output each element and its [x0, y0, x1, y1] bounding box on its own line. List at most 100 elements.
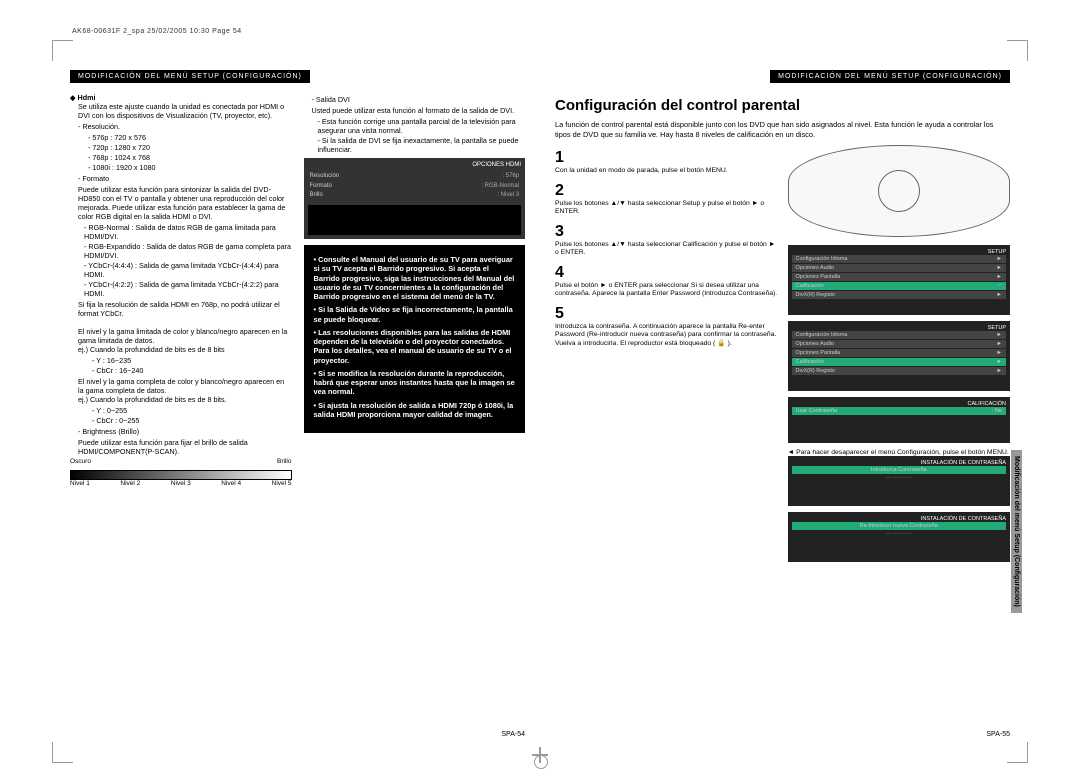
- osd-pass2: INSTALACIÓN DE CONTRASEÑA Re-Introducir …: [788, 512, 1011, 562]
- left-col2: Salida DVI Usted puede utilizar esta fun…: [304, 93, 526, 738]
- osd-row-val: : RGB-Normal: [481, 183, 519, 191]
- page-num-left: SPA-54: [501, 731, 525, 738]
- warn4: • Si se modifica la resolución durante l…: [314, 369, 516, 397]
- left-col1: Hdmi Se utiliza este ajuste cuando la un…: [70, 93, 292, 738]
- ej8b: ej.) Cuando la profundidad de bits es de…: [78, 395, 292, 404]
- dvi-label: Salida DVI: [312, 95, 526, 104]
- print-header: AK68-00631F 2_spa 25/02/2005 10:30 Page …: [72, 28, 242, 35]
- crop-mark: [52, 742, 73, 763]
- crop-mark: [52, 40, 73, 61]
- osd-setup-1: SETUP Configuración Idioma► Opciones Aud…: [788, 245, 1011, 315]
- step3-num: 3: [555, 223, 778, 241]
- rgb-exp: RGB-Expandido : Salida de datos RGB de g…: [84, 242, 292, 260]
- rgb-normal: RGB-Normal : Salida de datos RGB de gama…: [84, 223, 292, 241]
- brightness-text: Puede utilizar esta función para fijar e…: [78, 438, 292, 456]
- step3-text: Pulse los botones ▲/▼ hasta seleccionar …: [555, 241, 778, 258]
- osd-row: Opciones Pantalla: [796, 274, 841, 280]
- formato-text: Puede utilizar esta función para sintoni…: [78, 185, 292, 221]
- osd-row: Configuración Idioma: [796, 332, 848, 338]
- side-tab: Modificación del menú Setup (Configuraci…: [1011, 450, 1022, 613]
- ej8a: ej.) Cuando la profundidad de bits es de…: [78, 345, 292, 354]
- section-bar: Modificación del menú Setup (Configuraci…: [770, 70, 1010, 83]
- step4-text: Pulse el botón ► o ENTER para selecciona…: [555, 282, 778, 299]
- yc422: YCbCr-(4:2:2) : Salida de gama limitada …: [84, 280, 292, 298]
- res-768: 768p : 1024 x 768: [88, 153, 292, 162]
- res-576: 576p : 720 x 576: [88, 133, 292, 142]
- page-left: Modificación del menú Setup (Configuraci…: [70, 70, 525, 738]
- step1-num: 1: [555, 149, 778, 167]
- osd-row: Usar Contraseña: [796, 408, 838, 414]
- warning-box: • Consulte el Manual del usuario de su T…: [304, 245, 526, 433]
- dvi-b1: Esta función corrige una pantalla parcia…: [318, 117, 526, 135]
- osd-row: Opciones Pantalla: [796, 350, 841, 356]
- osd-row: Introduzca Contraseña: [871, 467, 927, 473]
- level2: Nivel 2: [120, 480, 140, 488]
- osd-row: Opciones Audio: [796, 341, 835, 347]
- warn3: • Las resoluciones disponibles para las …: [314, 328, 516, 365]
- warn1: • Consulte el Manual del usuario de su T…: [314, 255, 516, 301]
- step5-text: Introduzca la contraseña. A continuación…: [555, 323, 778, 348]
- page-right: Modificación del menú Setup (Configuraci…: [555, 70, 1010, 738]
- osd-calif: CALIFICACIÓN Usar Contraseña: No: [788, 397, 1011, 443]
- page-title: Configuración del control parental: [555, 97, 1010, 114]
- formato-label: Formato: [78, 174, 292, 183]
- brightness-gradient: [70, 470, 292, 480]
- crop-mark-center-circle: [534, 755, 548, 769]
- steps-text-col: 1 Con la unidad en modo de parada, pulse…: [555, 145, 778, 568]
- section-bar: Modificación del menú Setup (Configuraci…: [70, 70, 310, 83]
- y255: Y : 0~255: [92, 406, 292, 415]
- osd-row-val: : No: [992, 408, 1002, 414]
- dvi-text: Usted puede utilizar esta función al for…: [312, 106, 526, 115]
- osd-row-label: Brillo: [310, 192, 323, 200]
- step4-num: 4: [555, 264, 778, 282]
- close-menu-note: ◄ Para hacer desaparecer el menú Configu…: [788, 449, 1011, 456]
- osd-row: DivX(R) Registo: [796, 292, 835, 298]
- osd-title: OPCIONES HDMI: [308, 162, 522, 170]
- crop-mark: [1007, 40, 1028, 61]
- osd-row: Calificación: [796, 283, 824, 289]
- crop-mark: [1007, 742, 1028, 763]
- step1-text: Con la unidad en modo de parada, pulse e…: [555, 167, 778, 175]
- osd-row: Re-Introducir nueva Contraseña: [860, 523, 938, 529]
- remote-illustration: [788, 145, 1011, 237]
- level1: Nivel 1: [70, 480, 90, 488]
- osd-hdmi-options: OPCIONES HDMI Resolución : 576p Formato : …: [304, 158, 526, 239]
- brightness-label: Brightness (Brillo): [78, 427, 292, 436]
- dvi-b2: Si la salida de DVI se fija inexactament…: [318, 136, 526, 154]
- hdmi-heading: Hdmi: [70, 93, 96, 102]
- osd-row-val: : 576p: [502, 173, 519, 181]
- gamma-full: El nivel y la gama completa de color y b…: [78, 377, 292, 395]
- y235: Y : 16~235: [92, 356, 292, 365]
- osd-row: DivX(R) Registo: [796, 368, 835, 374]
- res-label: Resolución.: [78, 122, 292, 131]
- page-intro: La función de control parental está disp…: [555, 120, 1010, 139]
- osd-row: Calificación: [796, 359, 824, 365]
- osd-pass1: INSTALACIÓN DE CONTRASEÑA Introduzca Con…: [788, 456, 1011, 506]
- hdmi-intro: Se utiliza este ajuste cuando la unidad …: [78, 102, 292, 120]
- step2-text: Pulse los botones ▲/▼ hasta seleccionar …: [555, 200, 778, 217]
- level4: Nivel 4: [221, 480, 241, 488]
- oscuro-label: Oscuro: [70, 458, 91, 466]
- page-num-right: SPA-55: [986, 731, 1010, 738]
- warn2: • Si la Salida de Video se fija incorrec…: [314, 305, 516, 324]
- level3: Nivel 3: [171, 480, 191, 488]
- cb255: CbCr : 0~255: [92, 416, 292, 425]
- step5-num: 5: [555, 305, 778, 323]
- osd-row: Opciones Audio: [796, 265, 835, 271]
- gamma-lim: El nivel y la gama limitada de color y b…: [78, 327, 292, 345]
- note768: Si fija la resolución de salida HDMI en …: [78, 300, 292, 318]
- osd-row: Configuración Idioma: [796, 256, 848, 262]
- osd-setup-2: SETUP Configuración Idioma► Opciones Aud…: [788, 321, 1011, 391]
- res-1080: 1080i : 1920 x 1080: [88, 163, 292, 172]
- osd-row-label: Formato: [310, 183, 332, 191]
- yc444: YCbCr-(4:4:4) : Salida de gama limitada …: [84, 261, 292, 279]
- level5: Nivel 5: [272, 480, 292, 488]
- cb240: CbCr : 16~240: [92, 366, 292, 375]
- osd-row-label: Resolución: [310, 173, 340, 181]
- res-720: 720p : 1280 x 720: [88, 143, 292, 152]
- step2-num: 2: [555, 182, 778, 200]
- osd-row-val: : Nivel 3: [497, 192, 519, 200]
- illustrations-col: SETUP Configuración Idioma► Opciones Aud…: [788, 145, 1011, 568]
- warn5: • Si ajusta la resolución de salida a HD…: [314, 401, 516, 420]
- brillo-label: Brillo: [277, 458, 291, 466]
